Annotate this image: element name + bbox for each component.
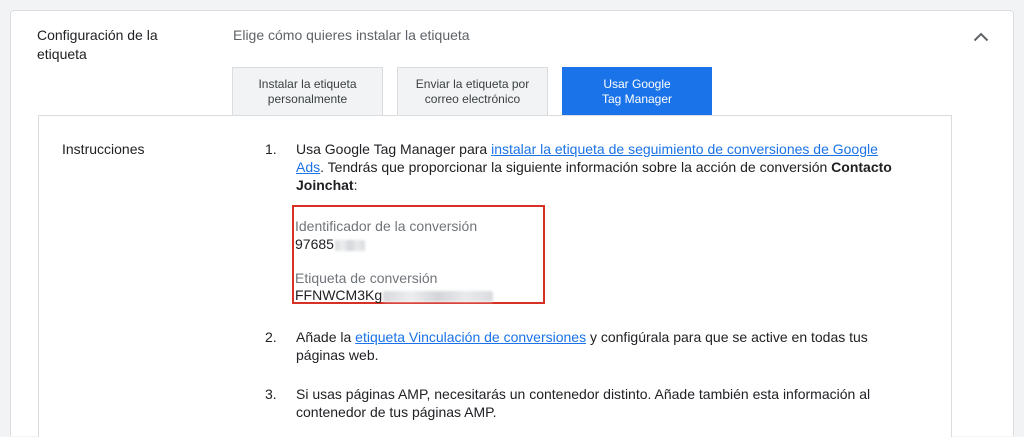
step-number: 2.	[265, 329, 277, 345]
step-text-before: Usa Google Tag Manager para	[296, 141, 492, 157]
section-title: Configuración de la etiqueta	[37, 27, 158, 62]
conversion-label-value: FFNWCM3Kg	[295, 287, 494, 303]
step-text: Si usas páginas AMP, necesitarás un cont…	[296, 386, 871, 420]
tab-email-tag[interactable]: Enviar la etiqueta por correo electrónic…	[397, 67, 548, 115]
conversion-id-value: 97685	[295, 236, 365, 252]
section-subtitle: Elige cómo quieres instalar la etiqueta	[233, 27, 470, 43]
conversion-id-label: Identificador de la conversión	[295, 218, 478, 234]
collapse-button[interactable]	[967, 23, 995, 51]
step-text-end: :	[353, 177, 358, 193]
step-number: 1.	[265, 141, 277, 157]
step-text: Añade la etiqueta Vinculación de convers…	[296, 328, 896, 364]
tab-google-tag-manager[interactable]: Usar Google Tag Manager	[562, 67, 712, 115]
instructions-label: Instrucciones	[62, 141, 145, 157]
conversion-linker-tag-link[interactable]: etiqueta Vinculación de conversiones	[355, 329, 586, 345]
step-number: 3.	[265, 386, 277, 402]
conversion-label-text: FFNWCM3Kg	[295, 287, 383, 303]
step-text-before: Añade la	[296, 329, 356, 345]
step-text: Usa Google Tag Manager para instalar la …	[296, 140, 896, 194]
instructions-panel: Instrucciones 1. Usa Google Tag Manager …	[38, 115, 952, 437]
conversion-label-label: Etiqueta de conversión	[295, 270, 438, 286]
step-text-after: . Tendrás que proporcionar la siguiente …	[320, 159, 832, 175]
tab-install-yourself[interactable]: Instalar la etiqueta personalmente	[232, 67, 383, 115]
chevron-up-icon	[973, 32, 989, 42]
redacted-blur	[334, 239, 365, 251]
redacted-blur	[383, 290, 494, 302]
conversion-id-text: 97685	[295, 236, 334, 252]
tag-configuration-card: Configuración de la etiqueta Elige cómo …	[10, 10, 1014, 437]
